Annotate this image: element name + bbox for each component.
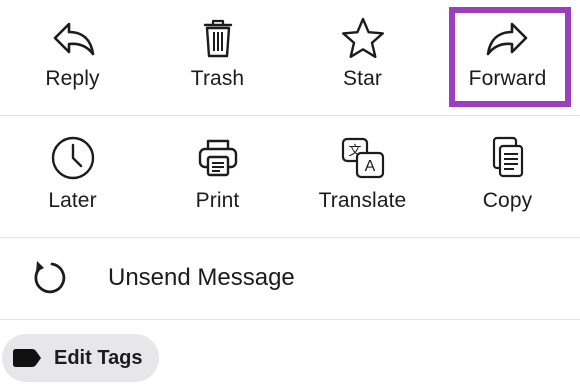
actions-row-secondary: Later Print 文 A Translate Copy <box>0 116 580 237</box>
print-label: Print <box>195 189 240 212</box>
translate-button[interactable]: 文 A Translate <box>290 116 435 237</box>
printer-icon <box>194 134 242 182</box>
actions-row-primary: Reply Trash Star Forward <box>0 0 580 115</box>
undo-arrow-icon <box>28 258 68 298</box>
forward-button[interactable]: Forward <box>435 0 580 115</box>
copy-icon <box>484 134 532 182</box>
unsend-message-label: Unsend Message <box>108 264 295 291</box>
translate-icon: 文 A <box>339 134 387 182</box>
star-button[interactable]: Star <box>290 0 435 115</box>
star-icon <box>339 14 387 62</box>
print-button[interactable]: Print <box>145 116 290 237</box>
star-label: Star <box>343 67 382 90</box>
svg-text:A: A <box>364 158 375 175</box>
translate-label: Translate <box>318 189 407 212</box>
reply-label: Reply <box>45 67 100 90</box>
reply-button[interactable]: Reply <box>0 0 145 115</box>
clock-icon <box>49 134 97 182</box>
edit-tags-button[interactable]: Edit Tags <box>2 334 159 382</box>
forward-icon <box>484 14 532 62</box>
copy-button[interactable]: Copy <box>435 116 580 237</box>
copy-label: Copy <box>482 189 533 212</box>
trash-button[interactable]: Trash <box>145 0 290 115</box>
later-label: Later <box>48 189 97 212</box>
forward-label: Forward <box>468 67 547 90</box>
trash-label: Trash <box>190 67 245 90</box>
reply-icon <box>49 14 97 62</box>
message-actions-sheet: Reply Trash Star Forward Later Print 文 A… <box>0 0 580 390</box>
edit-tags-label: Edit Tags <box>54 346 143 369</box>
unsend-message-button[interactable]: Unsend Message <box>0 238 580 319</box>
trash-icon <box>194 14 242 62</box>
divider <box>0 319 580 320</box>
later-button[interactable]: Later <box>0 116 145 237</box>
tag-icon <box>12 348 42 368</box>
